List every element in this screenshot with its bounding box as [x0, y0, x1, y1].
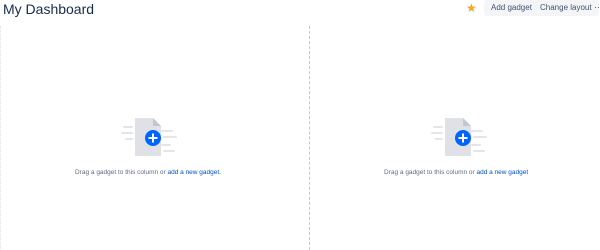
- page-title: My Dashboard: [3, 1, 95, 17]
- dashboard-header: My Dashboard ★ Add gadget Change layout …: [0, 0, 600, 20]
- dashboard-column-left[interactable]: Drag a gadget to this column or add a ne…: [1, 26, 309, 250]
- drop-message-text: Drag a gadget to this column or: [384, 169, 477, 176]
- more-options-icon[interactable]: ···: [594, 0, 600, 16]
- add-gadget-button[interactable]: Add gadget: [484, 0, 539, 16]
- add-new-gadget-link[interactable]: add a new gadget.: [168, 169, 222, 176]
- change-layout-button[interactable]: Change layout: [533, 0, 599, 16]
- add-new-gadget-link[interactable]: add a new gadget: [477, 169, 529, 176]
- dashboard-column-right[interactable]: Drag a gadget to this column or add a ne…: [310, 26, 600, 250]
- drop-message: Drag a gadget to this column or add a ne…: [384, 169, 600, 176]
- add-gadget-illustration-icon: [121, 118, 177, 156]
- star-icon[interactable]: ★: [466, 2, 478, 14]
- dashboard-page: My Dashboard ★ Add gadget Change layout …: [0, 0, 600, 250]
- add-gadget-illustration-icon: [431, 118, 487, 156]
- drop-message-text: Drag a gadget to this column or: [75, 169, 168, 176]
